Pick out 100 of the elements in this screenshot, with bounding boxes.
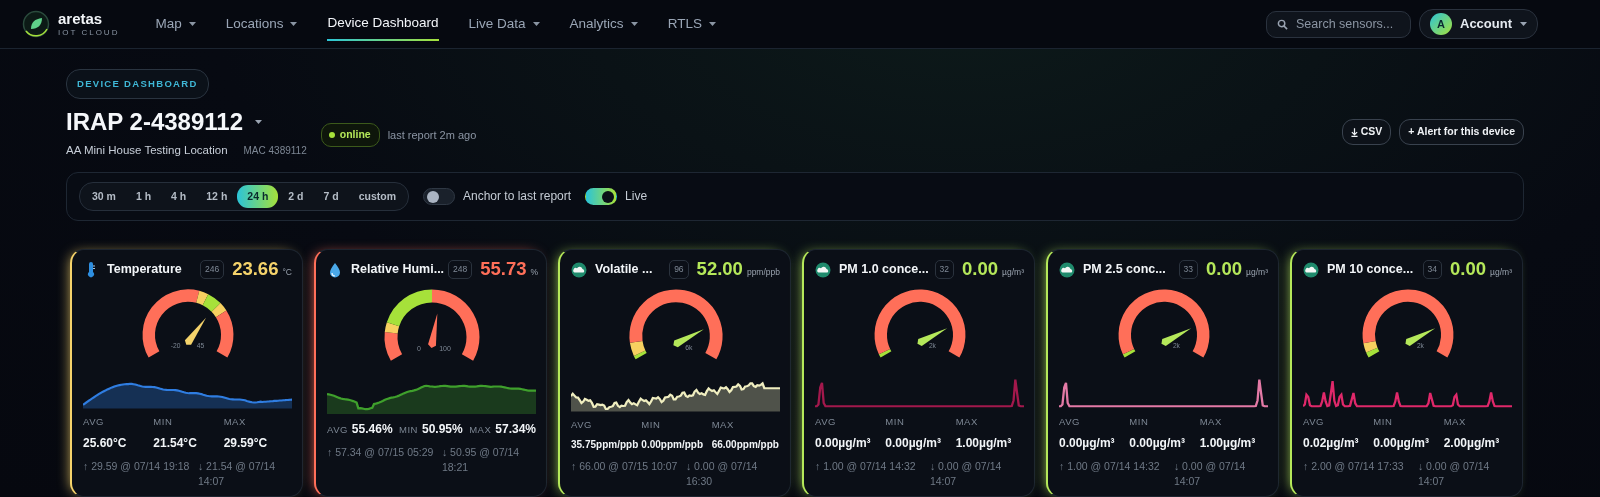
reading-count: 34 (1422, 260, 1443, 279)
status-pill: online (320, 123, 380, 147)
nav-link[interactable]: Live Data (468, 7, 540, 41)
sensor-title: PM 10 conce... (1327, 261, 1414, 279)
low-reading: ↓ 21.54 @ 07/14 14:07 (197, 458, 277, 489)
stat-value: 0.00ppm/ppb (641, 437, 704, 452)
stat-label: MIN (153, 414, 174, 429)
nav-link[interactable]: RTLS (667, 7, 716, 41)
stat-label: MAX (223, 414, 247, 429)
stat-label: MIN (641, 417, 662, 432)
stat-label: AVG (1059, 414, 1081, 429)
low-reading: ↓ 0.00 @ 07/14 14:07 (1173, 458, 1247, 489)
stat-value: 29.59°C (223, 434, 269, 452)
range-option[interactable]: 1 h (125, 184, 162, 209)
stat-value: 50.95% (422, 421, 463, 438)
sensor-title: Relative Humi... (351, 261, 445, 279)
sensor-title: PM 1.0 conce... (839, 261, 929, 279)
sensor-value: 23.66 (232, 260, 279, 279)
stat-label: MAX (1443, 414, 1467, 429)
reading-count: 32 (934, 260, 955, 279)
range-option[interactable]: 12 h (196, 184, 238, 209)
gauge-needle (1404, 328, 1435, 346)
range-option[interactable]: 4 h (161, 184, 197, 209)
device-title: IRAP 2-4389112 (66, 110, 244, 135)
reading-count: 96 (669, 260, 689, 279)
alert-button[interactable]: + Alert for this device (1399, 119, 1524, 145)
stat-label: MIN (399, 423, 418, 437)
stat-label: AVG (815, 414, 837, 429)
location-name: AA Mini House Testing Location (66, 143, 228, 159)
range-option[interactable]: 30 m (82, 184, 126, 209)
download-icon (1350, 127, 1358, 137)
stat-value: 25.60°C (83, 434, 128, 452)
gauge-needle (672, 329, 704, 348)
brand-name: aretas (58, 11, 104, 26)
nav-link[interactable]: Analytics (569, 7, 638, 41)
leaf-logo-icon (22, 10, 50, 38)
stat-value: 2.00µg/m³ (1443, 434, 1501, 452)
range-option[interactable]: 2 d (278, 184, 314, 209)
range-option[interactable]: 7 d (313, 184, 349, 209)
reading-count: 248 (448, 260, 473, 279)
high-reading: ↑ 57.34 @ 07/15 05:29 (327, 445, 435, 460)
high-reading: ↑ 66.00 @ 07/15 10:07 (571, 458, 679, 474)
search-field[interactable]: Search sensors... (1266, 10, 1411, 38)
high-reading: ↑ 1.00 @ 07/14 14:32 (1059, 458, 1161, 474)
cloud-icon (1303, 261, 1319, 278)
stat-value: 66.00ppm/ppb (711, 437, 780, 452)
stat-label: AVG (1303, 414, 1325, 429)
stat-label: MIN (1129, 414, 1150, 429)
brand-tagline: IOT CLOUD (58, 29, 120, 37)
stat-label: AVG (327, 423, 348, 437)
cloud-icon (1059, 261, 1075, 278)
high-reading: ↑ 2.00 @ 07/14 17:33 (1303, 458, 1405, 474)
unit-label: µg/m³ (1490, 266, 1512, 279)
gauge-needle (427, 313, 437, 348)
nav-link[interactable]: Device Dashboard (327, 6, 439, 42)
unit-label: µg/m³ (1246, 266, 1268, 279)
toggle-switch[interactable] (423, 187, 455, 205)
sensor-value: 55.73 (480, 260, 527, 279)
stat-label: MAX (711, 417, 735, 432)
unit-label: ppm/ppb (746, 266, 780, 279)
stat-value: 55.46% (351, 421, 393, 438)
droplet-icon (327, 261, 343, 278)
nav-link[interactable]: Locations (225, 7, 298, 41)
stat-value: 1.00µg/m³ (955, 434, 1013, 452)
page-badge: DEVICE DASHBOARD (66, 69, 209, 100)
unit-label: µg/m³ (1002, 266, 1024, 279)
nav-link[interactable]: Map (155, 7, 196, 41)
stat-value: 21.54°C (153, 434, 198, 452)
stat-value: 1.00µg/m³ (1199, 434, 1257, 452)
range-option[interactable]: custom (348, 184, 406, 209)
cloud-icon (815, 261, 831, 278)
low-reading: ↓ 50.95 @ 07/14 18:21 (441, 445, 521, 475)
low-reading: ↓ 0.00 @ 07/14 16:30 (685, 458, 759, 489)
stat-value: 0.00µg/m³ (1373, 434, 1430, 452)
stat-value: 0.00µg/m³ (885, 434, 942, 452)
sensor-value: 0.00 (962, 260, 999, 279)
unit-label: % (530, 266, 539, 279)
search-icon (1277, 18, 1288, 30)
sensor-value: 0.00 (1206, 260, 1243, 279)
stat-value: 35.75ppm/ppb (571, 437, 640, 452)
last-report-text: last report 2m ago (387, 127, 477, 143)
stat-label: MAX (1199, 414, 1223, 429)
sensor-title: Volatile ... (595, 261, 653, 279)
stat-value: 0.00µg/m³ (1129, 434, 1186, 452)
account-button[interactable]: A Account (1419, 9, 1538, 39)
stat-label: MIN (885, 414, 906, 429)
stat-value: 0.02µg/m³ (1303, 434, 1360, 452)
sensor-title: PM 2.5 conc... (1083, 261, 1166, 279)
toggle-switch[interactable] (585, 187, 618, 205)
csv-download-button[interactable]: CSV (1341, 119, 1392, 145)
avatar: A (1430, 13, 1452, 35)
range-option[interactable]: 24 h (237, 184, 279, 209)
unit-label: °C (282, 266, 292, 279)
gauge-needle (916, 328, 947, 346)
high-reading: ↑ 29.59 @ 07/14 19:18 (83, 458, 191, 474)
high-reading: ↑ 1.00 @ 07/14 14:32 (815, 458, 917, 474)
toggle-label: Anchor to last report (463, 188, 572, 206)
sensor-title: Temperature (107, 261, 182, 279)
stat-label: MAX (955, 414, 979, 429)
stat-value: 0.00µg/m³ (1059, 434, 1116, 452)
